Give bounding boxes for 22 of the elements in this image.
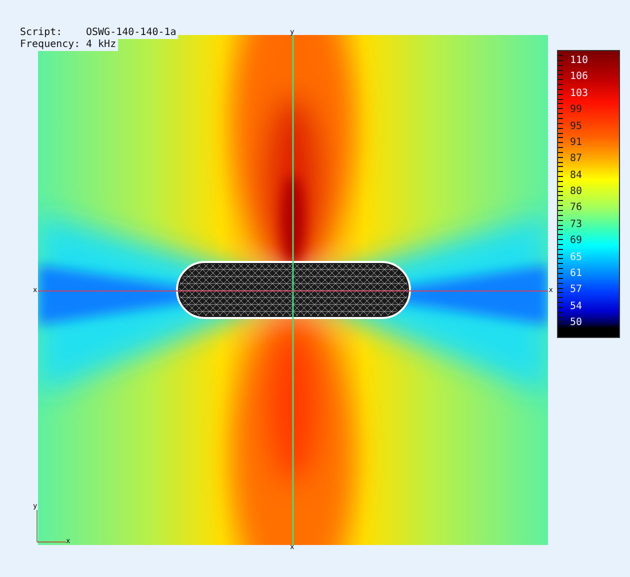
axis-triad-icon [36,510,66,542]
scale-label: 95 [570,120,584,132]
scale-label: 110 [570,55,588,66]
scale-label: 76 [570,202,584,214]
scale-label: 54 [570,300,584,312]
field-label: Frequency: [20,39,82,51]
scale-label: 87 [570,153,584,164]
scale-label: 103 [570,88,588,99]
scale-label: 65 [570,252,584,262]
scale-label: 69 [570,235,584,246]
scale-label: 106 [570,71,588,82]
field-value: OSWG-140-140-1a [86,27,176,39]
scale-label: 80 [570,186,584,197]
scale-label: 91 [570,136,584,148]
scale-label: 84 [570,170,584,181]
scale-label: 61 [570,268,584,279]
scale-label: 50 [570,317,584,328]
field-value: 4 kHz [86,39,116,51]
scale-label: 73 [570,218,584,230]
scale-label: 99 [570,104,584,116]
field-label: Script: [20,27,64,39]
scale-label: 57 [570,284,584,296]
